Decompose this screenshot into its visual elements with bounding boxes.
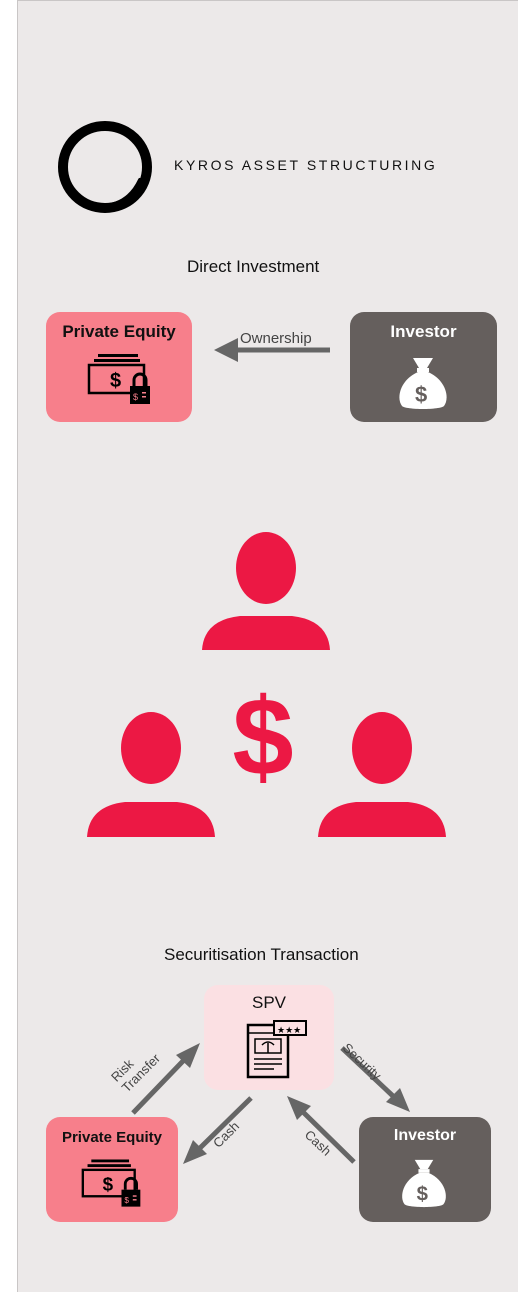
cash-left-arrow <box>183 1096 253 1164</box>
diagram-canvas: KYROS ASSET STRUCTURING Direct Investmen… <box>0 0 519 1292</box>
securitisation-arrows <box>131 1043 410 1164</box>
